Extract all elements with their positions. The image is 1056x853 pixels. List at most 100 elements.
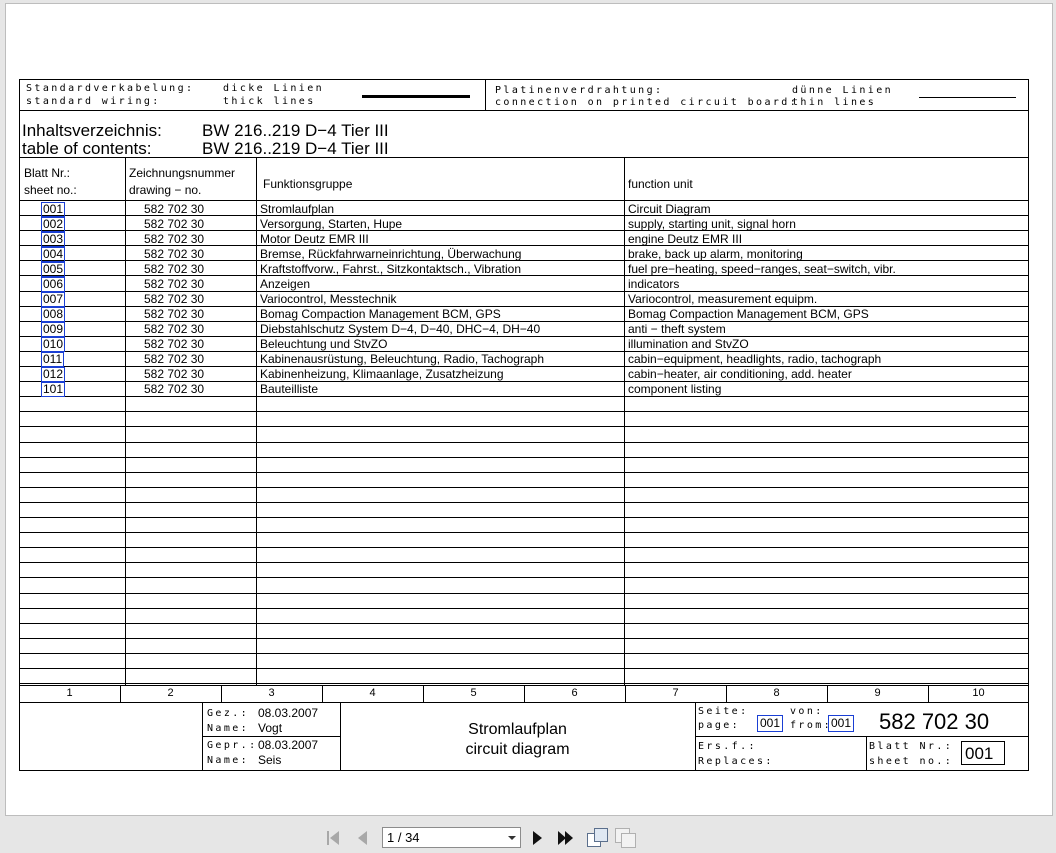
table-rule xyxy=(19,653,1029,654)
ruler-label: 9 xyxy=(874,687,881,699)
document-page: Standardverkabelung: standard wiring: di… xyxy=(5,3,1053,816)
page-number-field[interactable]: 1 / 34 xyxy=(382,827,521,848)
group-de: Beleuchtung und StvZO xyxy=(260,337,388,351)
name2-label: Name: xyxy=(207,755,250,766)
rotate-icon[interactable] xyxy=(586,827,608,848)
ersf-label: Ers.f.: xyxy=(698,741,757,752)
table-row: 008 582 702 30 Bomag Compaction Management… xyxy=(41,307,869,322)
unit-en: brake, back up alarm, monitoring xyxy=(628,247,803,261)
ruler-label: 8 xyxy=(773,687,780,699)
unit-en: Bomag Compaction Management BCM, GPS xyxy=(628,307,869,321)
table-row: 003 582 702 30 Motor Deutz EMR III engine D… xyxy=(41,232,743,247)
blatt-label: Blatt Nr.: xyxy=(869,741,954,752)
table-rule xyxy=(19,472,1029,473)
col-drawing-de: Zeichnungsnummer xyxy=(129,166,236,180)
table-row: 011 582 702 30 Kabinenausrüstung, Beleucht… xyxy=(41,352,882,367)
thin-line-sample xyxy=(919,97,1016,98)
toc-model-2: BW 216..219 D−4 Tier III xyxy=(202,139,389,158)
drawing-no: 582 702 30 xyxy=(144,292,205,306)
table-rule xyxy=(19,668,1029,669)
drawing-no: 582 702 30 xyxy=(144,247,205,261)
drawing-no: 582 702 30 xyxy=(144,217,205,231)
table-rule xyxy=(19,547,1029,548)
ruler-label: 6 xyxy=(571,687,578,699)
drawing-no: 582 702 30 xyxy=(144,367,205,381)
table-row: 009 582 702 30 Diebstahlschutz System D−4,… xyxy=(41,322,726,337)
drawing-no: 582 702 30 xyxy=(144,262,205,276)
group-de: Diebstahlschutz System D−4, D−40, DHC−4,… xyxy=(260,322,541,336)
table-rule xyxy=(19,577,1029,578)
unit-en: Circuit Diagram xyxy=(628,202,711,216)
first-page-icon[interactable] xyxy=(327,831,343,845)
drawing-no: 582 702 30 xyxy=(144,352,205,366)
table-rule xyxy=(19,442,1029,443)
group-de: Bomag Compaction Management BCM, GPS xyxy=(260,307,501,321)
table-rule xyxy=(19,457,1029,458)
col-drawing-en: drawing − no. xyxy=(129,183,202,197)
table-row: 001 582 702 30 Stromlaufplan Circuit Diagra… xyxy=(41,202,711,217)
thick-line-sample xyxy=(362,95,470,98)
table-row: 002 582 702 30 Versorgung, Starten, Hupe su… xyxy=(41,217,796,232)
last-page-icon[interactable] xyxy=(558,831,578,845)
drawing-no: 582 702 30 xyxy=(144,322,205,336)
name1-label: Name: xyxy=(207,723,250,734)
ruler-label: 1 xyxy=(66,687,73,699)
table-rule xyxy=(19,608,1029,609)
pcb-wiring-en: connection on printed circuit board: xyxy=(495,97,799,108)
sheet-number-box[interactable]: 001 xyxy=(961,741,1005,765)
table-rule xyxy=(19,562,1029,563)
thick-lines-de: dicke Linien xyxy=(223,83,325,94)
thick-lines-en: thick lines xyxy=(223,96,316,107)
drawing-no: 582 702 30 xyxy=(144,277,205,291)
drawing-no: 582 702 30 xyxy=(144,307,205,321)
group-de: Motor Deutz EMR III xyxy=(260,232,369,246)
page-number-box[interactable]: 001 xyxy=(757,715,784,732)
unit-en: illumination and StvZO xyxy=(628,337,749,351)
group-de: Kraftstoffvorw., Fahrst., Sitzkontaktsch… xyxy=(260,262,521,276)
standard-wiring-en: standard wiring: xyxy=(26,96,161,107)
table-rule xyxy=(19,517,1029,518)
table-row: 101 582 702 30 Bauteilliste component listi… xyxy=(41,382,722,397)
col-group-de: Funktionsgruppe xyxy=(263,177,353,191)
table-row: 010 582 702 30 Beleuchtung und StvZO illumi… xyxy=(41,337,749,352)
col-sheet-de: Blatt Nr.: xyxy=(24,166,71,180)
dropdown-arrow-icon[interactable] xyxy=(508,836,516,840)
table-row: 005 582 702 30 Kraftstoffvorw., Fahrst., S… xyxy=(41,262,896,277)
table-row: 007 582 702 30 Variocontrol, Messtechnik Va… xyxy=(41,292,818,307)
pages-icon[interactable] xyxy=(614,827,636,848)
page-label: page: xyxy=(698,720,741,731)
col-sheet-en: sheet no.: xyxy=(24,183,77,197)
table-rule xyxy=(19,593,1029,594)
unit-en: supply, starting unit, signal horn xyxy=(628,217,796,231)
group-de: Kabinenausrüstung, Beleuchtung, Radio, T… xyxy=(260,352,544,366)
next-page-icon[interactable] xyxy=(533,831,545,845)
drawing-number: 582 702 30 xyxy=(879,709,990,734)
group-de: Bauteilliste xyxy=(260,382,319,396)
table-rule xyxy=(19,426,1029,427)
unit-en: anti − theft system xyxy=(628,322,726,336)
unit-en: engine Deutz EMR III xyxy=(628,232,743,246)
group-de: Variocontrol, Messtechnik xyxy=(260,292,397,306)
sheetno-label: sheet no.: xyxy=(869,756,954,767)
table-rule xyxy=(19,487,1029,488)
unit-en: fuel pre−heating, speed−ranges, seat−swi… xyxy=(628,262,896,276)
ruler-label: 4 xyxy=(369,687,376,699)
drawing-no: 582 702 30 xyxy=(144,232,205,246)
table-rule xyxy=(19,683,1029,684)
standard-wiring-de: Standardverkabelung: xyxy=(26,83,195,94)
ruler-label: 2 xyxy=(167,687,174,699)
page-number-text: 1 / 34 xyxy=(387,830,420,845)
gez-label: Gez.: xyxy=(207,708,250,719)
replaces-label: Replaces: xyxy=(698,756,774,767)
table-rule xyxy=(19,638,1029,639)
previous-page-icon[interactable] xyxy=(358,831,370,845)
group-de: Kabinenheizung, Klimaanlage, Zusatzheizu… xyxy=(260,367,504,381)
drawing-no: 582 702 30 xyxy=(144,382,205,396)
table-row: 004 582 702 30 Bremse, Rückfahrwarneinrich… xyxy=(41,247,803,262)
gez-date: 08.03.2007 xyxy=(258,706,319,720)
from-number-box[interactable]: 001 xyxy=(828,715,855,732)
col-unit-en: function unit xyxy=(628,177,693,191)
group-de: Bremse, Rückfahrwarneinrichtung, Überwac… xyxy=(260,247,522,261)
thin-lines-en: thin lines xyxy=(792,97,877,108)
toc-label-de: Inhaltsverzeichnis: xyxy=(22,121,162,140)
